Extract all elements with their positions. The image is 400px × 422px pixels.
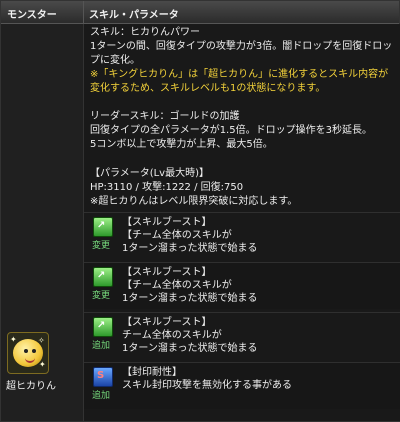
header-divider (83, 1, 84, 23)
leader-skill-desc-1: 回復タイプの全パラメータが1.5倍。ドロップ操作を3秒延長。 (90, 125, 372, 136)
awakening-text: 【封印耐性】 スキル封印攻撃を無効化する事がある (122, 366, 292, 392)
awakening-badge: 変更 (92, 291, 111, 301)
awakening-text: 【スキルブースト】 チーム全体のスキルが 1ターン溜まった状態で始まる (122, 316, 257, 355)
params-stats: HP:3110 / 攻撃:1222 / 回復:750 (90, 182, 244, 193)
skill-params-column: スキル：ヒカりんパワー 1ターンの間、回復タイプの攻撃力が3倍。闇ドロップを回復… (84, 24, 400, 421)
sparkle-icon: ✧ (38, 336, 45, 345)
awakening-row[interactable]: ↗ 変更 【スキルブースト】 【チーム全体のスキルが 1ターン溜まった状態で始ま… (84, 212, 400, 259)
monster-eye-left (24, 349, 28, 353)
active-skill-note-2: 変化するため、スキルレベルも1の状態になります。 (90, 83, 326, 94)
skill-boost-icon: ↗ (93, 267, 113, 287)
active-skill-note-1: ※「キングヒカりん」は「超ヒカりん」に進化するとスキル内容が (90, 69, 389, 80)
seal-resist-icon: S (93, 367, 113, 387)
awakening-row[interactable]: S 追加 【封印耐性】 スキル封印攻撃を無効化する事がある (84, 362, 400, 409)
awakening-row[interactable]: ↗ 変更 【スキルブースト】 【チーム全体のスキルが 1ターン溜まった状態で始ま… (84, 262, 400, 309)
monster-skill-table: モンスター スキル・パラメータ ✦ ✧ ✦ 超ヒカりん スキル：ヒカりんパワー … (0, 0, 400, 422)
sparkle-icon: ✦ (39, 360, 46, 369)
leader-skill-desc-2: 5コンボ以上で攻撃力が上昇、最大5倍。 (90, 139, 273, 150)
awakening-badge: 変更 (92, 241, 111, 251)
active-skill-title: スキル：ヒカりんパワー (90, 27, 200, 38)
awakening-line-1: 【スキルブースト】 (122, 267, 212, 278)
leader-skill-title: リーダースキル：ゴールドの加護 (90, 111, 240, 122)
awakening-line-1: 【スキルブースト】 (122, 217, 212, 228)
monster-name[interactable]: 超ヒカりん (6, 377, 56, 392)
awakening-line-3: 1ターン溜まった状態で始まる (122, 293, 258, 304)
header-skill-params: スキル・パラメータ (89, 10, 179, 21)
awakening-text: 【スキルブースト】 【チーム全体のスキルが 1ターン溜まった状態で始まる (122, 216, 257, 255)
awakening-line-3: 1ターン溜まった状態で始まる (122, 243, 258, 254)
active-skill-desc-2: プに変化。 (90, 55, 140, 66)
header-monster: モンスター (7, 10, 57, 21)
awakening-row[interactable]: ↗ 追加 【スキルブースト】 チーム全体のスキルが 1ターン溜まった状態で始まる (84, 312, 400, 359)
monster-eye-right (32, 349, 36, 353)
awakening-list: ↗ 変更 【スキルブースト】 【チーム全体のスキルが 1ターン溜まった状態で始ま… (84, 212, 400, 421)
monster-column: ✦ ✧ ✦ 超ヒカりん (1, 24, 84, 421)
skill-boost-icon: ↗ (93, 317, 113, 337)
awakening-line-2: スキル封印攻撃を無効化する事がある (122, 380, 292, 391)
active-skill-desc-1: 1ターンの間、回復タイプの攻撃力が3倍。闇ドロップを回復ドロッ (90, 41, 393, 52)
awakening-line-2: チーム全体のスキルが (122, 330, 222, 341)
skill-boost-icon: ↗ (93, 217, 113, 237)
monster-avatar[interactable]: ✦ ✧ ✦ (7, 332, 49, 374)
awakening-text: 【スキルブースト】 【チーム全体のスキルが 1ターン溜まった状態で始まる (122, 266, 257, 305)
params-note: ※超ヒカりんはレベル限界突破に対応します。 (90, 196, 298, 207)
awakening-line-1: 【封印耐性】 (122, 367, 182, 378)
sparkle-icon: ✦ (10, 335, 17, 344)
params-title: 【パラメータ(Lv最大時)】 (90, 168, 209, 179)
awakening-line-2: 【チーム全体のスキルが (122, 230, 232, 241)
awakening-badge: 追加 (92, 391, 111, 401)
awakening-line-3: 1ターン溜まった状態で始まる (122, 343, 258, 354)
awakening-line-2: 【チーム全体のスキルが (122, 280, 232, 291)
awakening-badge: 追加 (92, 341, 111, 351)
table-header: モンスター スキル・パラメータ (1, 1, 399, 24)
awakening-line-1: 【スキルブースト】 (122, 317, 212, 328)
